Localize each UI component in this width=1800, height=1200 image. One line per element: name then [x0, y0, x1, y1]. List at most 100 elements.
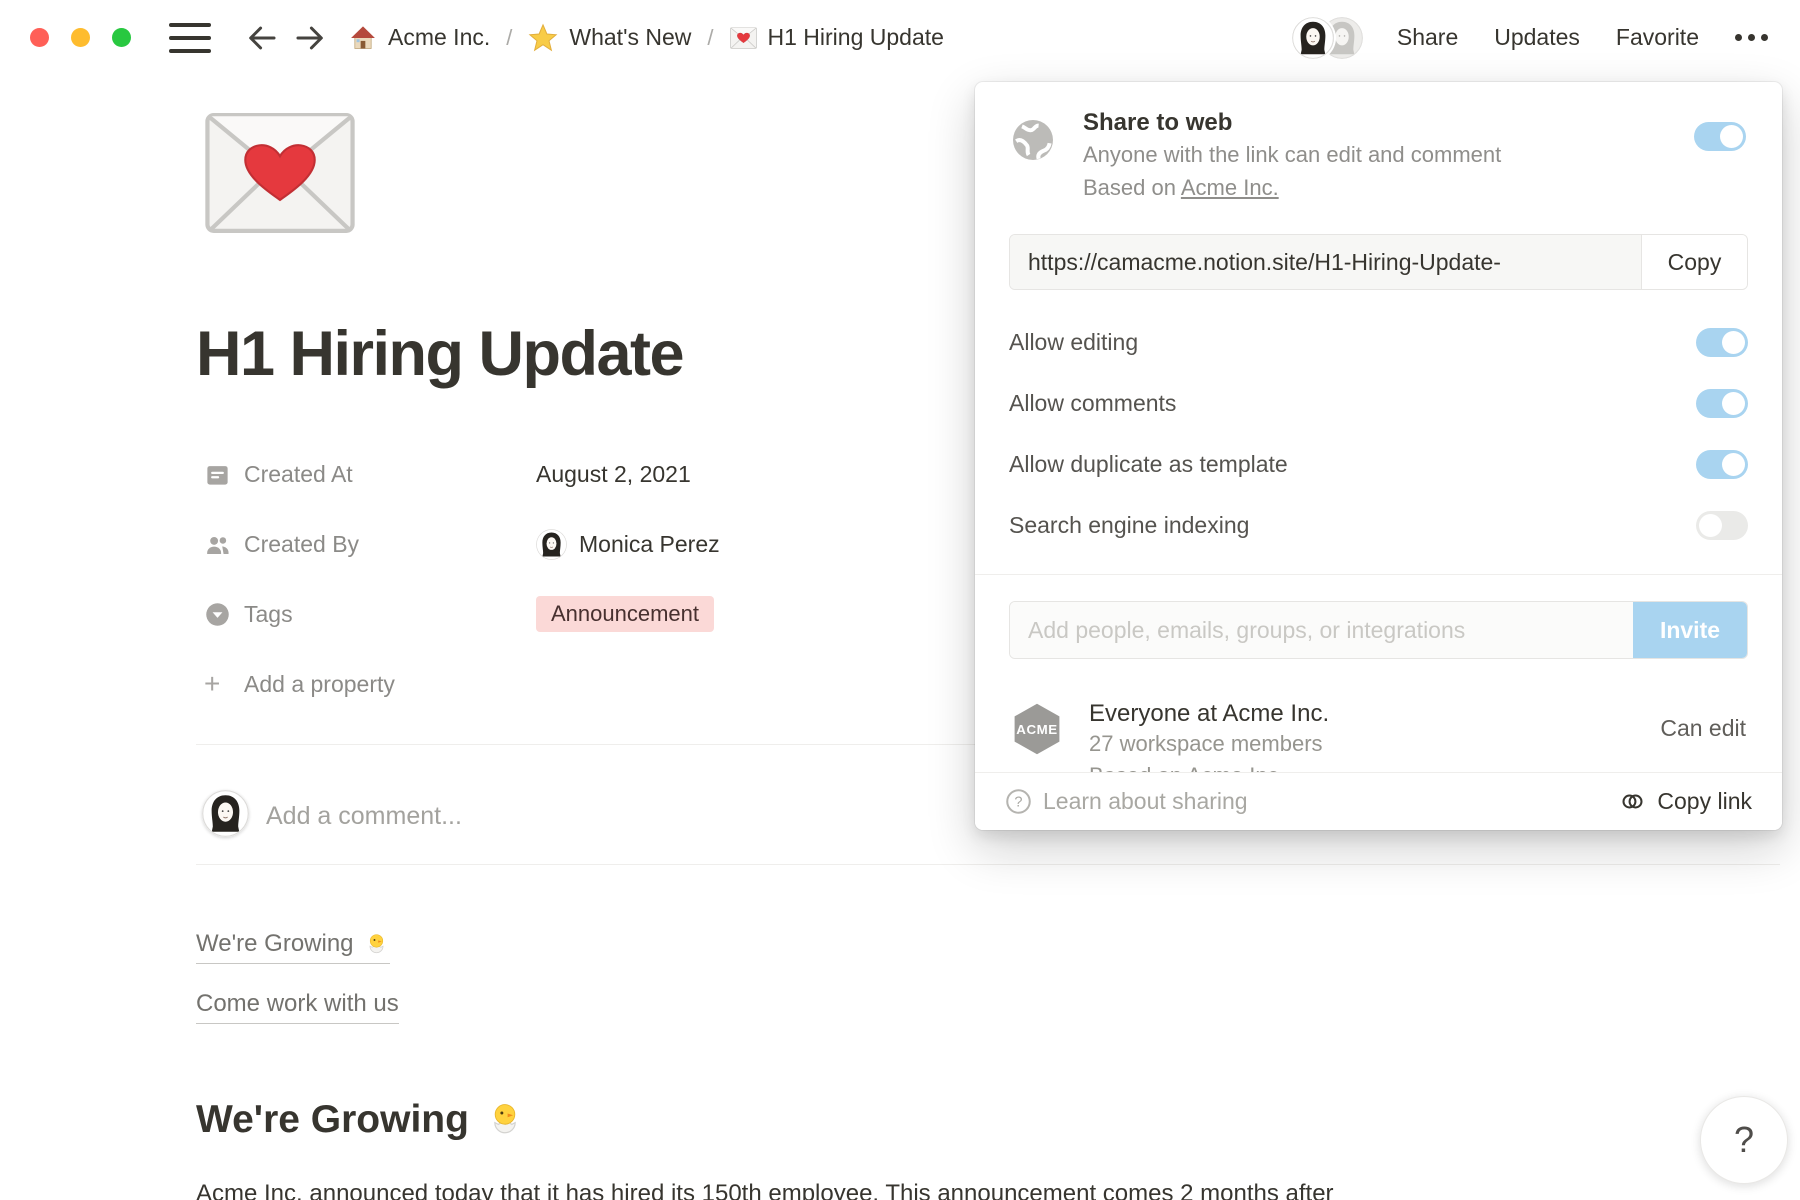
share-to-web-toggle[interactable] — [1694, 122, 1746, 151]
toc-link-label: We're Growing — [196, 930, 354, 958]
collaborator-avatars — [1292, 17, 1363, 59]
section-heading[interactable]: We're Growing — [196, 1098, 526, 1142]
permission-level-dropdown[interactable]: Can edit — [1660, 715, 1746, 742]
property-row-created-by: Created By Monica Perez — [204, 522, 720, 566]
forward-arrow-icon[interactable] — [293, 21, 327, 55]
toc-link-label: Come work with us — [196, 990, 399, 1018]
property-value-date[interactable]: August 2, 2021 — [536, 461, 691, 488]
question-circle-icon — [1005, 788, 1032, 815]
sidebar-menu-icon[interactable] — [169, 23, 211, 53]
based-on-text: Based on Acme Inc. — [1083, 171, 1694, 204]
share-to-web-title: Share to web — [1083, 108, 1694, 138]
body-paragraph[interactable]: Acme Inc. announced today that it has hi… — [196, 1180, 1696, 1200]
toc-link-were-growing[interactable]: We're Growing — [196, 930, 390, 964]
add-property-row[interactable]: + Add a property — [204, 662, 720, 706]
breadcrumb-separator: / — [506, 25, 512, 51]
breadcrumb-label: Acme Inc. — [388, 24, 490, 51]
member-group-name: Everyone at Acme Inc. — [1089, 699, 1329, 729]
star-icon — [528, 23, 558, 53]
option-row-allow-editing: Allow editing — [1009, 312, 1748, 373]
breadcrumb: Acme Inc. / What's New / H1 Hiring Updat… — [349, 23, 944, 53]
allow-editing-toggle[interactable] — [1696, 328, 1748, 357]
title-bar: Acme Inc. / What's New / H1 Hiring Updat… — [0, 0, 1800, 75]
love-letter-icon — [730, 27, 757, 49]
breadcrumb-label: H1 Hiring Update — [768, 24, 944, 51]
property-label[interactable]: Created By — [244, 531, 536, 558]
property-list: Created At August 2, 2021 Created By Mon… — [204, 452, 720, 706]
share-to-web-subtitle: Anyone with the link can edit and commen… — [1083, 138, 1694, 171]
notion-window: Acme Inc. / What's New / H1 Hiring Updat… — [0, 0, 1800, 1200]
plus-icon: + — [204, 670, 220, 698]
share-button[interactable]: Share — [1397, 24, 1458, 51]
invite-button[interactable]: Invite — [1633, 602, 1747, 658]
zoom-window-button[interactable] — [112, 28, 131, 47]
property-label[interactable]: Tags — [244, 601, 536, 628]
property-value-person[interactable]: Monica Perez — [536, 529, 720, 560]
property-row-created-at: Created At August 2, 2021 — [204, 452, 720, 496]
learn-about-sharing-label: Learn about sharing — [1043, 788, 1248, 815]
invite-row: Invite — [1009, 601, 1748, 659]
option-label: Allow duplicate as template — [1009, 451, 1288, 478]
breadcrumb-item-workspace[interactable]: Acme Inc. — [349, 24, 490, 52]
add-property-label: Add a property — [244, 671, 536, 698]
close-window-button[interactable] — [30, 28, 49, 47]
popover-divider — [975, 574, 1782, 575]
add-comment-input[interactable]: Add a comment... — [266, 802, 462, 831]
share-popover: Share to web Anyone with the link can ed… — [975, 82, 1782, 830]
section-heading-text: We're Growing — [196, 1098, 469, 1142]
breadcrumb-item-current-page[interactable]: H1 Hiring Update — [730, 24, 944, 51]
avatar-current-user — [202, 790, 249, 837]
option-label: Allow editing — [1009, 329, 1138, 356]
based-on-workspace-link[interactable]: Acme Inc. — [1181, 175, 1279, 200]
share-url-row: https://camacme.notion.site/H1-Hiring-Up… — [1009, 234, 1748, 290]
globe-icon — [1009, 116, 1057, 164]
breadcrumb-item-whats-new[interactable]: What's New — [528, 23, 691, 53]
popover-footer: Learn about sharing Copy link — [975, 772, 1782, 830]
calendar-icon — [204, 461, 231, 488]
avatar-collaborator-1[interactable] — [1292, 17, 1334, 59]
based-on-prefix: Based on — [1083, 175, 1176, 200]
copy-link-label: Copy link — [1657, 788, 1752, 815]
house-icon — [349, 24, 377, 52]
tag-announcement[interactable]: Announcement — [536, 596, 714, 632]
table-of-contents: We're Growing Come work with us — [196, 930, 399, 1024]
avatar-monica-perez — [536, 529, 567, 560]
favorite-button[interactable]: Favorite — [1616, 24, 1699, 51]
share-to-web-section: Share to web Anyone with the link can ed… — [975, 82, 1782, 204]
window-controls — [30, 28, 131, 47]
acme-workspace-icon — [1009, 701, 1065, 757]
hatching-chick-icon — [484, 1099, 526, 1141]
workspace-members-row[interactable]: Everyone at Acme Inc. 27 workspace membe… — [1009, 699, 1748, 759]
page-title[interactable]: H1 Hiring Update — [196, 318, 683, 390]
minimize-window-button[interactable] — [71, 28, 90, 47]
back-arrow-icon[interactable] — [245, 21, 279, 55]
breadcrumb-separator: / — [707, 25, 713, 51]
option-label: Search engine indexing — [1009, 512, 1249, 539]
page-icon-love-letter[interactable] — [204, 112, 356, 234]
invite-input[interactable] — [1010, 602, 1633, 658]
member-group-detail: 27 workspace members — [1089, 729, 1329, 759]
hatching-chick-icon — [363, 931, 390, 958]
person-name: Monica Perez — [579, 531, 720, 558]
allow-duplicate-toggle[interactable] — [1696, 450, 1748, 479]
share-options-list: Allow editing Allow comments Allow dupli… — [1009, 312, 1748, 556]
option-row-search-indexing: Search engine indexing — [1009, 495, 1748, 556]
learn-about-sharing-link[interactable]: Learn about sharing — [1005, 788, 1248, 815]
property-row-tags: Tags Announcement — [204, 592, 720, 636]
help-button[interactable]: ? — [1700, 1096, 1788, 1184]
toc-link-come-work-with-us[interactable]: Come work with us — [196, 990, 399, 1024]
property-label[interactable]: Created At — [244, 461, 536, 488]
link-icon — [1619, 788, 1646, 815]
updates-button[interactable]: Updates — [1494, 24, 1580, 51]
more-options-icon[interactable] — [1735, 34, 1768, 41]
allow-comments-toggle[interactable] — [1696, 389, 1748, 418]
option-row-allow-duplicate: Allow duplicate as template — [1009, 434, 1748, 495]
copy-link-button[interactable]: Copy link — [1619, 788, 1752, 815]
breadcrumb-label: What's New — [569, 24, 691, 51]
search-indexing-toggle[interactable] — [1696, 511, 1748, 540]
people-icon — [204, 531, 231, 558]
option-row-allow-comments: Allow comments — [1009, 373, 1748, 434]
copy-url-button[interactable]: Copy — [1641, 235, 1747, 289]
section-divider — [196, 864, 1780, 865]
share-url-field[interactable]: https://camacme.notion.site/H1-Hiring-Up… — [1010, 235, 1641, 289]
